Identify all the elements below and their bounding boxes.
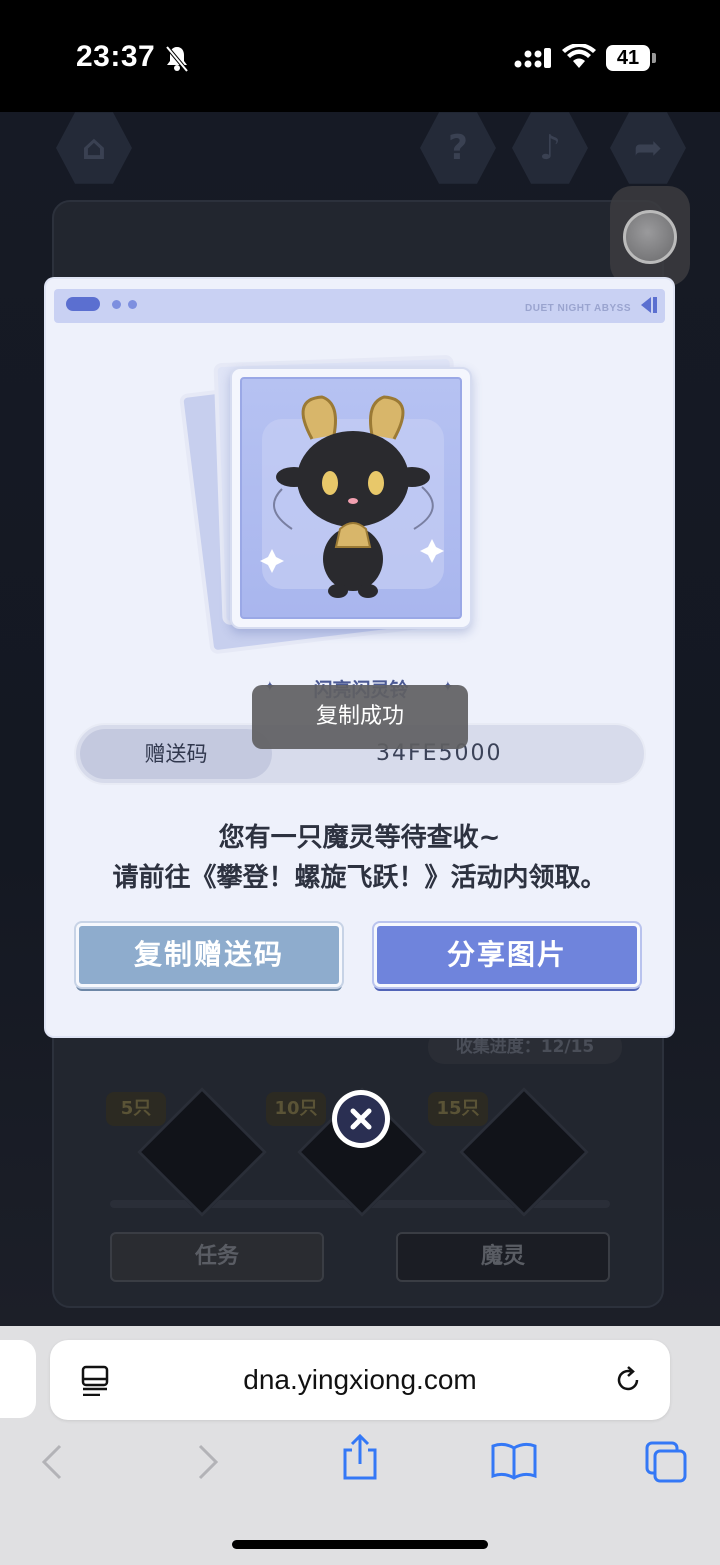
share-image-button[interactable]: 分享图片: [374, 923, 640, 987]
battery-icon: 41: [606, 45, 650, 71]
copy-code-button[interactable]: 复制赠送码: [76, 923, 342, 987]
url-text: dna.yingxiong.com: [243, 1364, 477, 1395]
cellular-signal-icon: [514, 48, 551, 68]
bell-slash-icon: [165, 45, 189, 73]
header-decoration: [66, 297, 100, 311]
modal-header: DUET NIGHT ABYSS: [54, 289, 665, 323]
pet-illustration: [260, 395, 444, 598]
browser-toolbar: dna.yingxiong.com: [0, 1326, 720, 1565]
reload-icon[interactable]: [612, 1364, 644, 1396]
milestone-tag-5: 5只: [106, 1092, 166, 1126]
brand-label: DUET NIGHT ABYSS: [525, 303, 631, 314]
battery-cap: [652, 53, 656, 63]
pet-card-art: [240, 377, 462, 619]
pet-card: [230, 367, 472, 629]
pet-card-stack: [178, 349, 488, 655]
header-dot: [112, 300, 121, 309]
gift-code-label: 赠送码: [80, 729, 272, 779]
message-line-2: 请前往《攀登！螺旋飞跃！》活动内领取。: [112, 863, 607, 893]
assistive-touch-button[interactable]: [623, 210, 677, 264]
spirit-button[interactable]: 魔灵: [396, 1232, 610, 1282]
close-icon: [337, 1095, 385, 1143]
wifi-icon: [562, 44, 596, 68]
close-button[interactable]: [332, 1090, 390, 1148]
home-indicator: [232, 1540, 488, 1549]
collapse-arrow-icon: [641, 297, 657, 313]
copy-success-toast: 复制成功: [252, 685, 468, 749]
message-line-1: 您有一只魔灵等待查收~: [218, 823, 501, 853]
back-icon[interactable]: [40, 1442, 64, 1482]
milestone-tag-10: 10只: [266, 1092, 326, 1126]
milestone-tag-15: 15只: [428, 1092, 488, 1126]
task-button[interactable]: 任务: [110, 1232, 324, 1282]
status-time: 23:37: [76, 40, 156, 73]
forward-icon[interactable]: [196, 1442, 220, 1482]
gift-modal: DUET NIGHT ABYSS 赠送码 34FE5000 复制成功 您有一只魔…: [46, 279, 673, 1036]
bookmarks-icon[interactable]: [490, 1442, 538, 1480]
previous-tab-peek[interactable]: [0, 1340, 36, 1418]
address-bar[interactable]: dna.yingxiong.com: [50, 1340, 670, 1420]
tabs-icon[interactable]: [644, 1440, 688, 1484]
header-dot: [128, 300, 137, 309]
status-bar: 23:37 41: [0, 0, 720, 112]
share-sheet-icon[interactable]: [340, 1434, 380, 1482]
